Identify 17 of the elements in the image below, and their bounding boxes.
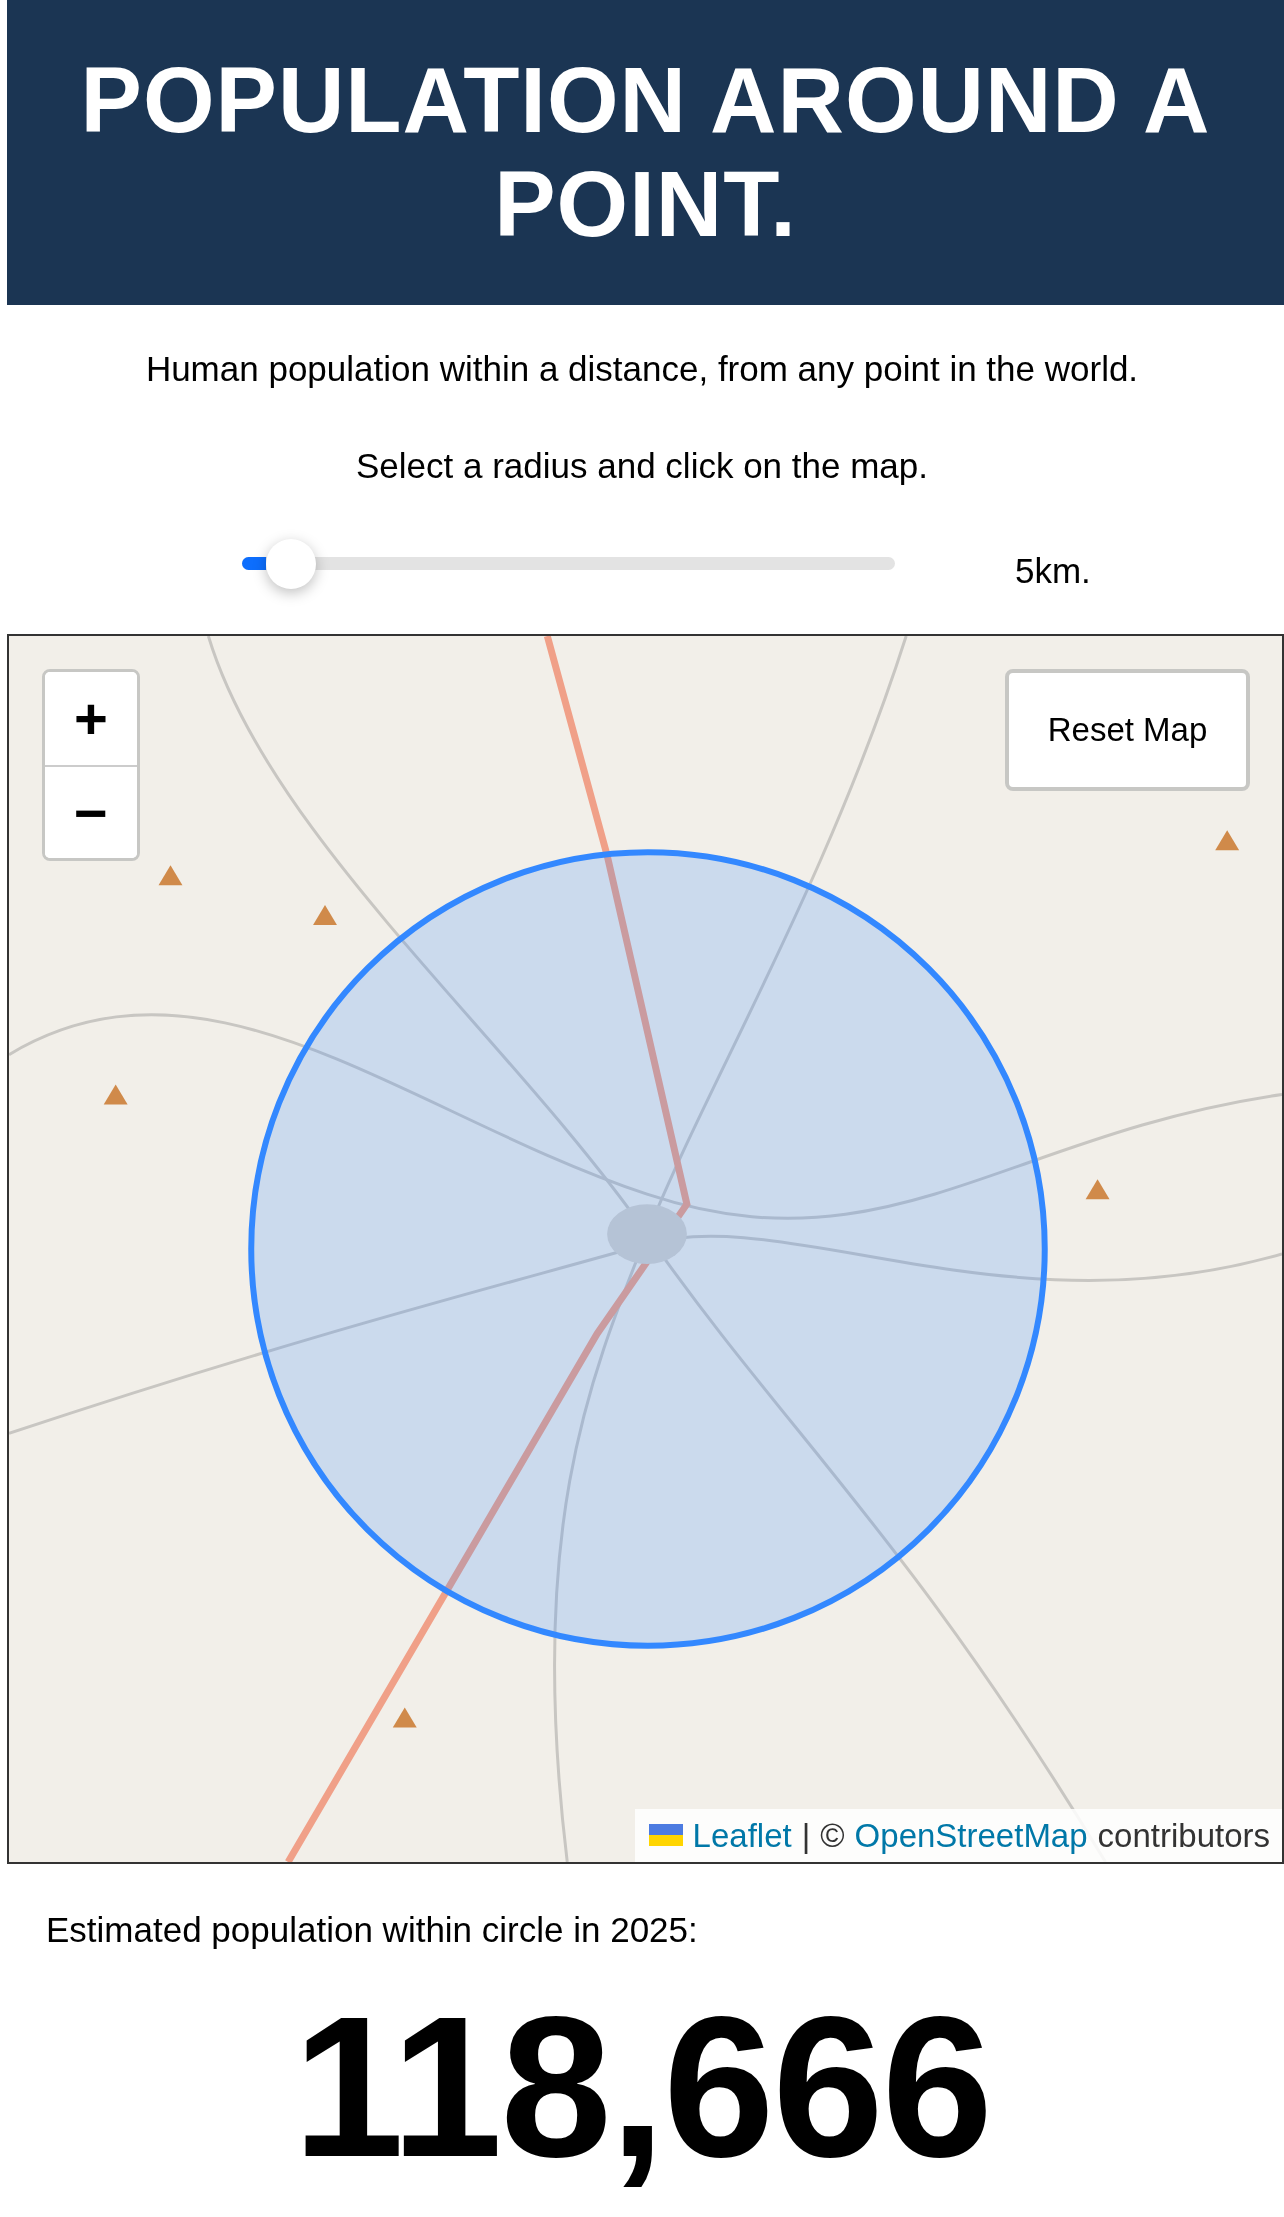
leaflet-link[interactable]: Leaflet [692, 1810, 792, 1860]
zoom-out-button[interactable]: − [45, 765, 137, 858]
instruction-text: Select a radius and click on the map. [355, 444, 929, 487]
flag-icon [648, 1824, 683, 1847]
radius-value: 5km. [1015, 549, 1091, 592]
reset-map-button[interactable]: Reset Map [1005, 669, 1250, 791]
radius-slider[interactable] [242, 539, 895, 589]
map[interactable]: + − Reset Map Leaflet | © OpenStreetMap contributors [7, 634, 1284, 1864]
separator-text: | [801, 1815, 811, 1856]
copyright-symbol: © [820, 1815, 845, 1856]
result-label: Estimated population within circle in 2025: [46, 1909, 699, 1951]
page-title: POPULATION AROUND A POINT. [79, 49, 1212, 256]
slider-thumb[interactable] [265, 539, 316, 589]
contributors-text: contributors [1097, 1815, 1270, 1856]
openstreetmap-link[interactable]: OpenStreetMap [854, 1810, 1088, 1860]
population-value: 118,666 [292, 1986, 992, 2187]
intro-text: Human population within a distance, from any point in the world. [144, 348, 1140, 390]
